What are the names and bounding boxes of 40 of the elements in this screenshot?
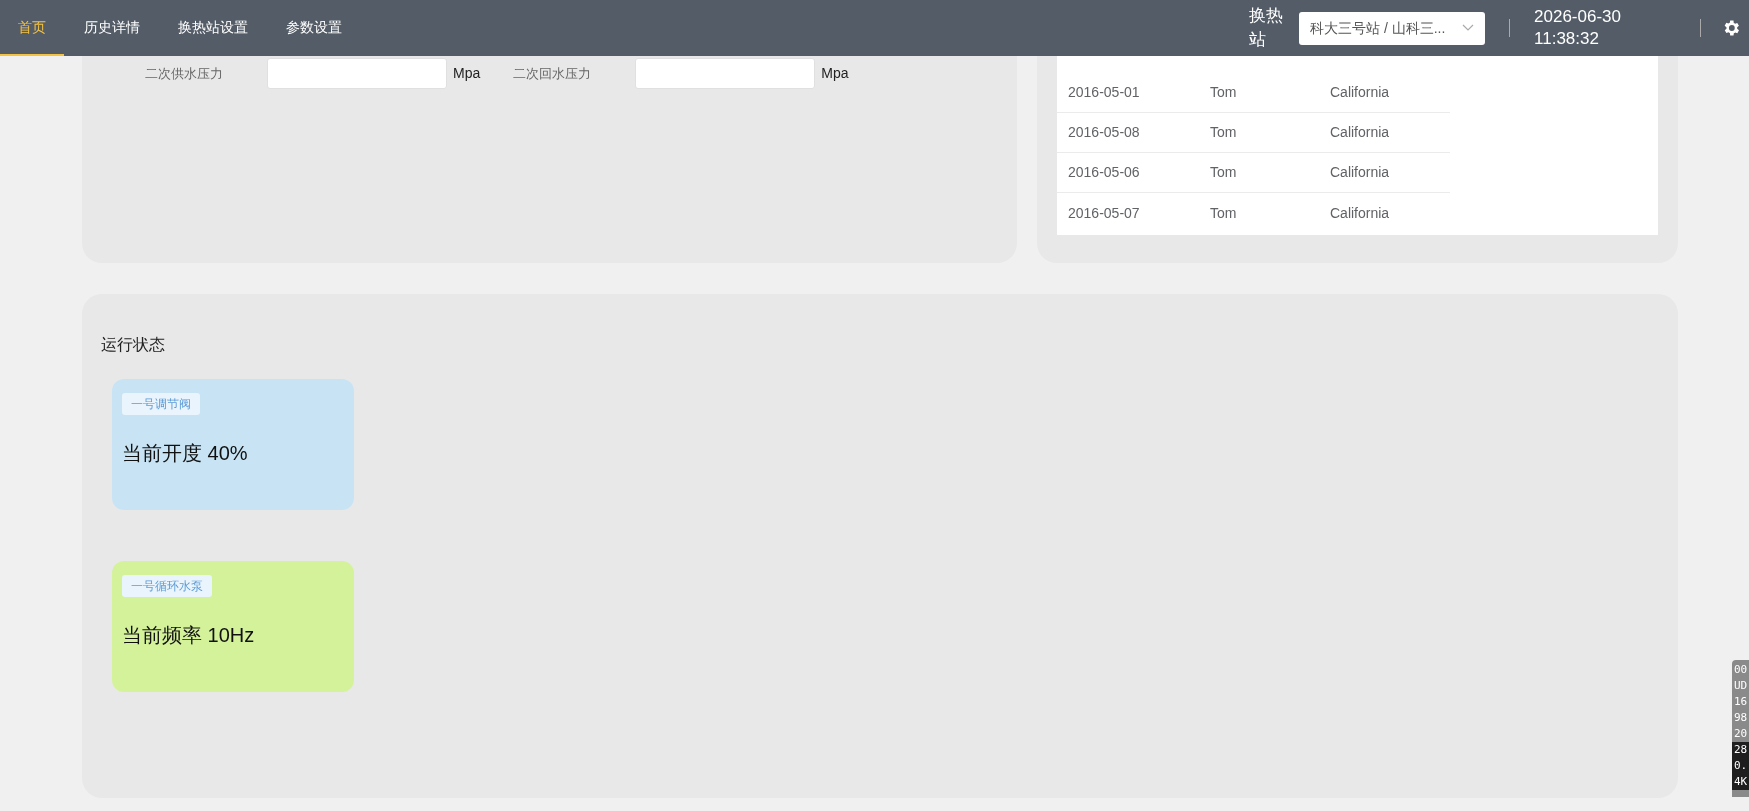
chevron-down-icon [1462, 24, 1475, 32]
station-select[interactable]: 科大三号站 / 山科三... [1299, 11, 1486, 45]
time-text: 11:38:32 [1534, 28, 1600, 50]
overlay-text: 28 [1732, 742, 1749, 758]
overlay-text: 0. [1732, 758, 1749, 774]
value-text: 当前开度 40% [122, 441, 249, 466]
overlay-text: 4K [1732, 774, 1749, 790]
station-label: 换热站 [1249, 5, 1285, 51]
unit-label: Mpa [821, 64, 849, 83]
table-cell-text: Tom [1210, 123, 1238, 142]
section-title: 运行状态 [101, 335, 166, 355]
date-text: 2026-06-30 [1534, 6, 1621, 28]
table-cell-text: Tom [1210, 83, 1238, 102]
nav-tab[interactable]: 历史详情 [66, 0, 158, 56]
device-tag: 一号循环水泵 [122, 575, 212, 597]
table-cell-text: 2016-05-08 [1067, 123, 1141, 142]
nav-tab[interactable]: 换热站设置 [160, 0, 266, 56]
input-field[interactable] [635, 58, 816, 89]
field-label: 二次供水压力 [145, 64, 224, 83]
table-cell-text: 2016-05-07 [1067, 203, 1141, 223]
table-cell-text: Tom [1210, 163, 1238, 182]
device-tag: 一号调节阀 [122, 393, 200, 415]
overlay-text: 98 [1733, 710, 1749, 726]
table-cell-text: 2016-05-01 [1067, 83, 1141, 102]
table-cell-text: California [1330, 163, 1391, 182]
table-cell-text: 2016-05-06 [1067, 163, 1141, 182]
input-field[interactable] [267, 58, 447, 89]
table-cell-text: Tom [1210, 203, 1238, 223]
table-cell-text: California [1330, 203, 1391, 223]
table-cell-text: California [1330, 83, 1391, 102]
overlay-text: UD [1733, 678, 1749, 694]
overlay-text: 20 [1733, 726, 1749, 742]
nav-tab[interactable]: 参数设置 [268, 0, 360, 56]
nav-tab[interactable]: 首页 [0, 0, 64, 56]
table-cell-text: California [1330, 123, 1391, 142]
overlay-text: 16 [1733, 694, 1749, 710]
overlay-text: 00 [1733, 662, 1749, 678]
field-label: 二次回水压力 [513, 64, 593, 83]
value-text: 当前频率 10Hz [122, 623, 256, 648]
unit-label: Mpa [453, 64, 481, 83]
